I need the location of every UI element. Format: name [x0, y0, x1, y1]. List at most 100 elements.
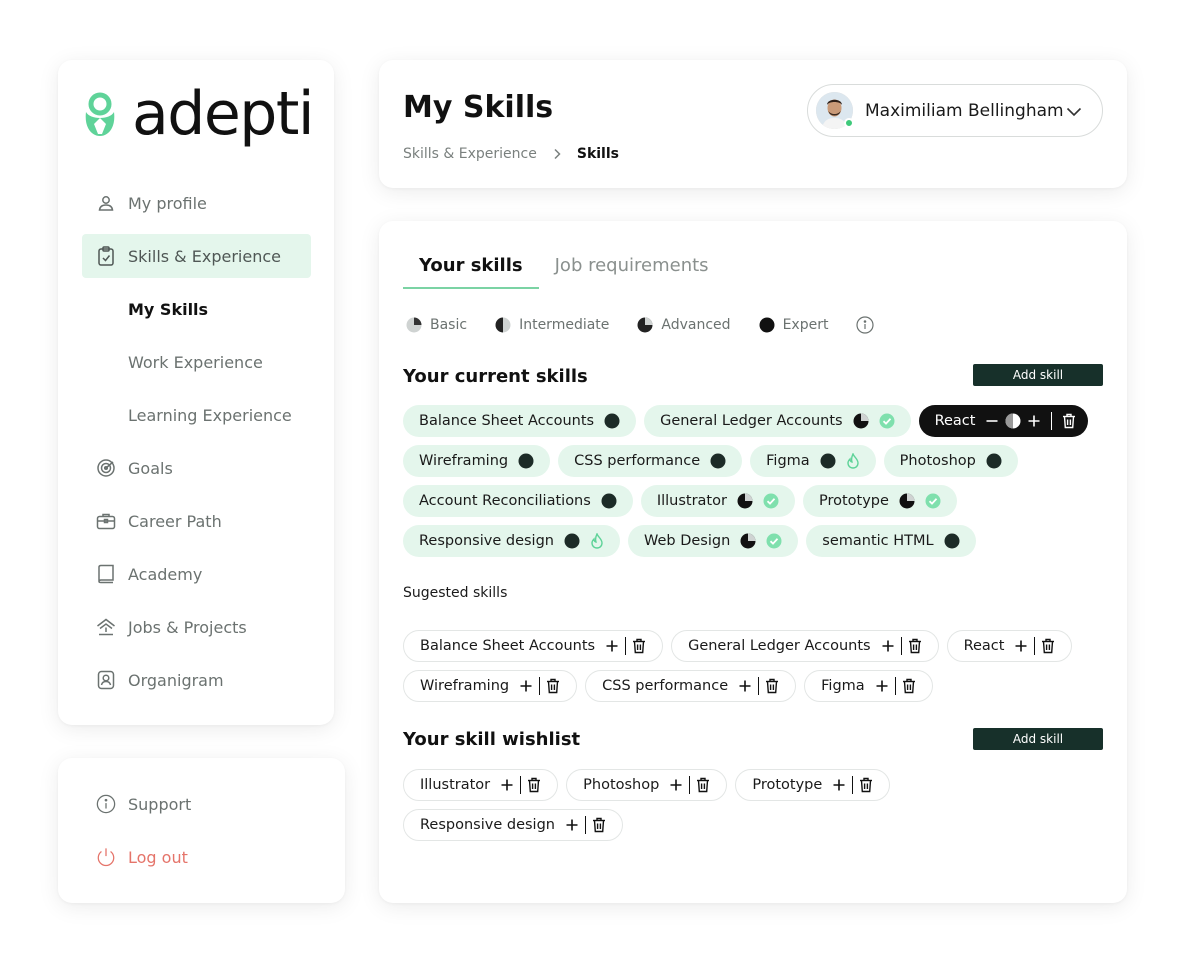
divider — [894, 677, 896, 695]
plus-icon[interactable] — [605, 639, 619, 653]
sidebar-subitem-learning-experience[interactable]: Learning Experience — [82, 393, 311, 437]
chip-controls — [832, 776, 873, 794]
chip-controls — [1014, 637, 1055, 655]
trash-icon[interactable] — [1062, 413, 1076, 429]
skill-chip[interactable]: Prototype — [735, 769, 891, 801]
trash-icon[interactable] — [765, 678, 779, 694]
skill-chip[interactable]: Balance Sheet Accounts — [403, 405, 637, 437]
skill-chip-label: Illustrator — [656, 493, 727, 509]
add-wishlist-skill-button[interactable]: Add skill — [973, 728, 1103, 750]
sidebar: adepti My profile Skills & Experience My… — [58, 60, 334, 725]
skill-chip-label: Wireframing — [419, 453, 509, 469]
trash-icon[interactable] — [902, 678, 916, 694]
divider — [584, 816, 586, 834]
sidebar-subitem-my-skills[interactable]: My Skills — [82, 287, 311, 331]
plus-icon[interactable] — [881, 639, 895, 653]
skill-chip[interactable]: Responsive design — [403, 809, 623, 841]
skill-chip[interactable]: semantic HTML — [806, 525, 976, 557]
sidebar-subitem-work-experience[interactable]: Work Experience — [82, 340, 311, 384]
minus-icon[interactable] — [985, 414, 999, 428]
logout-label: Log out — [128, 847, 188, 867]
info-icon[interactable] — [856, 316, 875, 334]
sidebar-item-jobs-projects[interactable]: Jobs & Projects — [82, 605, 311, 649]
plus-icon[interactable] — [875, 679, 889, 693]
trash-icon[interactable] — [859, 777, 873, 793]
skill-chip-label: Prototype — [818, 493, 889, 509]
breadcrumb-item[interactable]: Skills & Experience — [403, 146, 537, 162]
plus-icon[interactable] — [738, 679, 752, 693]
skill-chip[interactable]: Figma — [804, 670, 933, 702]
level-basic-icon — [406, 317, 422, 333]
briefcase-icon — [96, 511, 116, 531]
sidebar-item-organigram[interactable]: Organigram — [82, 658, 311, 702]
skill-chip-editing[interactable]: React — [918, 405, 1089, 437]
skill-chip-label: General Ledger Accounts — [660, 413, 843, 429]
skill-chip[interactable]: Account Reconciliations — [403, 485, 633, 517]
tab-your-skills[interactable]: Your skills — [403, 255, 539, 289]
legend-intermediate: Intermediate — [495, 317, 609, 333]
add-current-skill-button[interactable]: Add skill — [973, 364, 1103, 386]
skill-chip[interactable]: Web Design — [627, 525, 799, 557]
skill-chip-label: Balance Sheet Accounts — [419, 413, 595, 429]
plus-icon[interactable] — [832, 778, 846, 792]
sidebar-item-career-path[interactable]: Career Path — [82, 499, 311, 543]
skill-chip[interactable]: Figma — [750, 445, 876, 477]
skill-chip[interactable]: General Ledger Accounts — [644, 405, 911, 437]
level-advanced-icon — [637, 317, 653, 333]
trash-icon[interactable] — [696, 777, 710, 793]
skill-chip[interactable]: Responsive design — [403, 525, 620, 557]
wishlist-skills-list: Illustrator Photoshop Prototype Responsive … — [403, 769, 1103, 849]
plus-icon[interactable] — [1014, 639, 1028, 653]
sidebar-item-skills-experience[interactable]: Skills & Experience — [82, 234, 311, 278]
trash-icon[interactable] — [632, 638, 646, 654]
legend-advanced: Advanced — [637, 317, 731, 333]
tab-job-requirements[interactable]: Job requirements — [539, 255, 725, 289]
sidebar-item-academy[interactable]: Academy — [82, 552, 311, 596]
skill-chip[interactable]: Balance Sheet Accounts — [403, 630, 664, 662]
sidebar-item-my-profile[interactable]: My profile — [82, 181, 311, 225]
trash-icon[interactable] — [908, 638, 922, 654]
plus-icon[interactable] — [1027, 414, 1041, 428]
trash-icon[interactable] — [592, 817, 606, 833]
level-advanced-icon — [737, 493, 753, 509]
skill-chip[interactable]: Illustrator — [640, 485, 795, 517]
skill-chip[interactable]: Photoshop — [566, 769, 728, 801]
breadcrumb: Skills & Experience Skills — [403, 146, 619, 162]
sidebar-item-goals[interactable]: Goals — [82, 446, 311, 490]
skill-chip[interactable]: Prototype — [802, 485, 957, 517]
skill-chip-label: Wireframing — [420, 678, 510, 694]
logout-button[interactable]: Log out — [82, 835, 311, 879]
sidebar-item-label: Jobs & Projects — [128, 617, 247, 637]
plus-icon[interactable] — [565, 818, 579, 832]
plus-icon[interactable] — [669, 778, 683, 792]
plus-icon[interactable] — [500, 778, 514, 792]
chip-controls — [875, 677, 916, 695]
page-title: My Skills — [403, 90, 554, 125]
plus-icon[interactable] — [519, 679, 533, 693]
brand-logo[interactable]: adepti — [82, 84, 315, 144]
skill-chip[interactable]: Illustrator — [403, 769, 559, 801]
sidebar-item-label: Goals — [128, 458, 173, 478]
level-expert-icon — [820, 453, 836, 469]
trash-icon[interactable] — [527, 777, 541, 793]
support-link[interactable]: Support — [82, 782, 311, 826]
trash-icon[interactable] — [1041, 638, 1055, 654]
support-label: Support — [128, 794, 192, 814]
skill-chip[interactable]: General Ledger Accounts — [671, 630, 939, 662]
skill-chip-label: Photoshop — [899, 453, 976, 469]
info-icon — [96, 794, 116, 814]
skill-chip-label: General Ledger Accounts — [688, 638, 871, 654]
skill-chip[interactable]: Photoshop — [883, 445, 1018, 477]
page-header: My Skills Skills & Experience Skills Max… — [379, 60, 1127, 188]
skill-chip[interactable]: Wireframing — [403, 445, 551, 477]
skill-chip[interactable]: React — [946, 630, 1073, 662]
skill-chip[interactable]: CSS performance — [558, 445, 743, 477]
skill-chip[interactable]: Wireframing — [403, 670, 578, 702]
chevron-right-icon — [553, 148, 561, 160]
user-menu[interactable]: Maximiliam Bellingham — [807, 84, 1103, 137]
trash-icon[interactable] — [546, 678, 560, 694]
legend-label: Expert — [782, 317, 829, 333]
skill-chip-label: Web Design — [643, 533, 731, 549]
level-expert-icon — [518, 453, 534, 469]
skill-chip[interactable]: CSS performance — [585, 670, 797, 702]
